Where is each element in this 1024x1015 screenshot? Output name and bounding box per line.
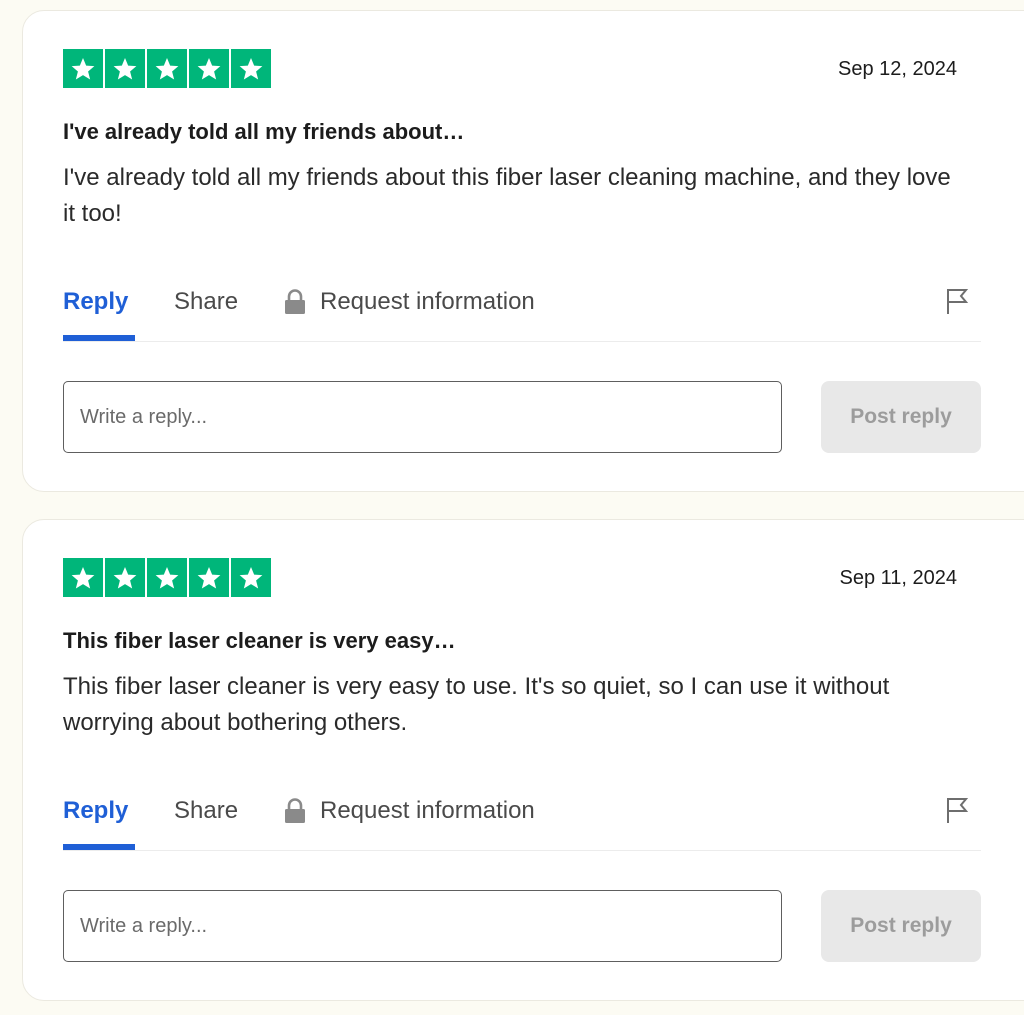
review-body: This fiber laser cleaner is very easy to…: [63, 673, 890, 736]
review-date: Sep 12, 2024: [838, 58, 957, 80]
post-reply-button[interactable]: Post reply: [821, 381, 981, 453]
review-card: Sep 11, 2024 This fiber laser cleaner is…: [22, 519, 1024, 1001]
tab-reply[interactable]: Reply: [63, 790, 135, 850]
flag-icon[interactable]: [945, 796, 969, 824]
star-rating: [63, 49, 271, 88]
active-tab-indicator: [63, 335, 135, 341]
star-icon: [189, 558, 229, 597]
star-icon: [147, 558, 187, 597]
tab-reply-label: Reply: [63, 797, 129, 824]
tab-request-label: Request information: [320, 288, 535, 315]
review-card: Sep 12, 2024 I've already told all my fr…: [22, 10, 1024, 492]
tab-request-information[interactable]: Request information: [284, 790, 535, 832]
tab-request-label: Request information: [320, 797, 535, 824]
tab-request-information[interactable]: Request information: [284, 281, 535, 323]
reply-input[interactable]: [63, 381, 782, 453]
star-icon: [147, 49, 187, 88]
tab-reply[interactable]: Reply: [63, 281, 135, 341]
star-icon: [105, 558, 145, 597]
star-icon: [231, 49, 271, 88]
review-actions: Reply Share Request information: [63, 281, 981, 342]
post-reply-button[interactable]: Post reply: [821, 890, 981, 962]
active-tab-indicator: [63, 844, 135, 850]
tab-reply-label: Reply: [63, 288, 129, 315]
reply-input[interactable]: [63, 890, 782, 962]
review-title: I've already told all my friends about…: [63, 119, 465, 144]
review-actions: Reply Share Request information: [63, 790, 981, 851]
star-icon: [105, 49, 145, 88]
lock-icon: [285, 798, 305, 823]
star-icon: [189, 49, 229, 88]
star-rating: [63, 558, 271, 597]
flag-icon[interactable]: [945, 287, 969, 315]
tab-share[interactable]: Share: [174, 281, 238, 323]
star-icon: [63, 558, 103, 597]
review-body: I've already told all my friends about t…: [63, 164, 951, 227]
review-title: This fiber laser cleaner is very easy…: [63, 628, 456, 653]
star-icon: [231, 558, 271, 597]
tab-share[interactable]: Share: [174, 790, 238, 832]
review-date: Sep 11, 2024: [839, 567, 957, 589]
lock-icon: [285, 289, 305, 314]
star-icon: [63, 49, 103, 88]
